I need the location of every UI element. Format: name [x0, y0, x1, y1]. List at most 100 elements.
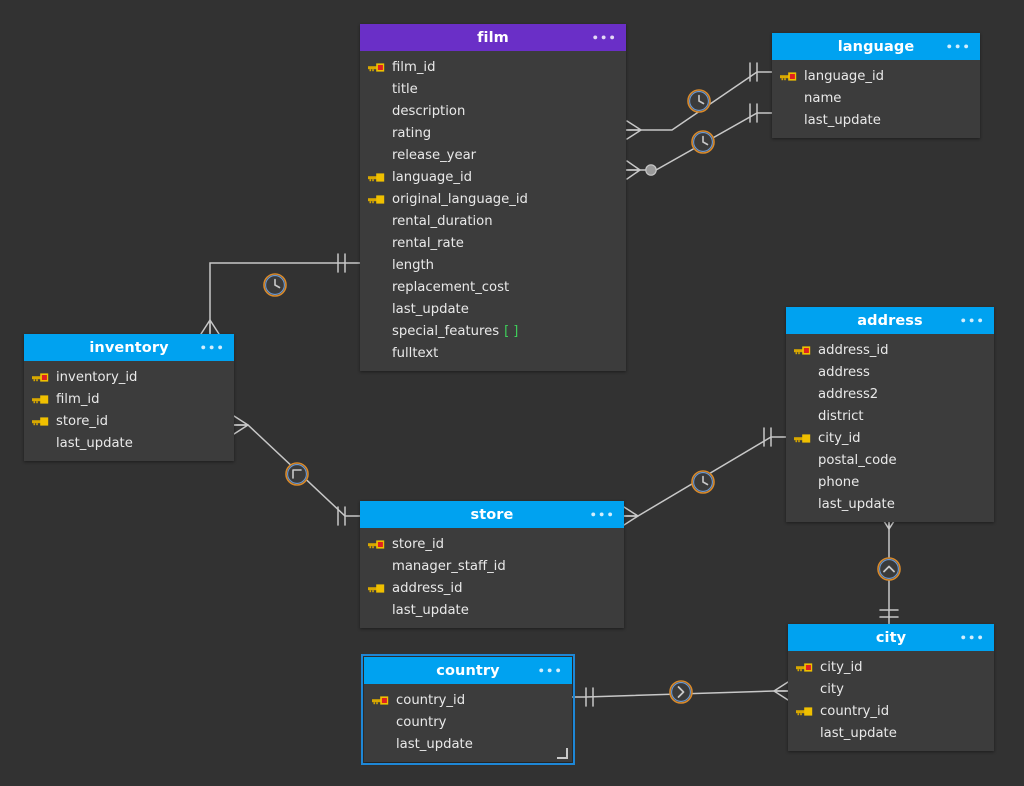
column-row[interactable]: rental_duration	[360, 210, 626, 232]
table-columns-language: language_idnamelast_update	[772, 60, 980, 138]
column-row[interactable]: name	[772, 87, 980, 109]
column-name: title	[392, 82, 418, 97]
cardinality-badge-country-city[interactable]	[670, 681, 692, 703]
primary-key-icon	[794, 343, 818, 357]
no-key-icon	[368, 302, 392, 316]
column-name: district	[818, 409, 864, 424]
column-row[interactable]: last_update	[772, 109, 980, 131]
table-card-language[interactable]: language•••language_idnamelast_update	[772, 33, 980, 138]
column-row[interactable]: store_id	[24, 410, 234, 432]
table-card-country[interactable]: country••• country_idcountry last_update	[364, 657, 572, 762]
column-row[interactable]: language_id	[360, 166, 626, 188]
column-row[interactable]: description	[360, 100, 626, 122]
no-key-icon	[368, 603, 392, 617]
table-menu-icon-inventory[interactable]: •••	[200, 342, 225, 353]
column-row[interactable]: length	[360, 254, 626, 276]
column-row[interactable]: language_id	[772, 65, 980, 87]
relationship-film-language-optional[interactable]	[626, 104, 772, 179]
cardinality-badge-film-language[interactable]	[688, 90, 710, 112]
relationship-address-city[interactable]	[880, 515, 898, 624]
column-name: address2	[818, 387, 878, 402]
table-menu-icon-country[interactable]: •••	[538, 665, 563, 676]
table-header-address[interactable]: address•••	[786, 307, 994, 334]
cardinality-badge-inventory-store[interactable]	[286, 463, 308, 485]
cardinality-badge-store-address[interactable]	[692, 471, 714, 493]
column-name: last_update	[818, 497, 895, 512]
table-header-store[interactable]: store •••	[360, 501, 624, 528]
table-menu-icon-film[interactable]: •••	[592, 32, 617, 43]
relationship-film-language[interactable]	[626, 63, 772, 139]
column-row[interactable]: address_id	[786, 339, 994, 361]
column-row[interactable]: last_update	[364, 733, 572, 755]
column-row[interactable]: title	[360, 78, 626, 100]
column-row[interactable]: country_id	[788, 700, 994, 722]
column-row[interactable]: last_update	[360, 599, 624, 621]
column-row[interactable]: address_id	[360, 577, 624, 599]
er-diagram-canvas[interactable]: film•••film_idtitledescriptionratingrele…	[0, 0, 1024, 786]
table-header-language[interactable]: language•••	[772, 33, 980, 60]
column-row[interactable]: special_features[ ]	[360, 320, 626, 342]
table-card-address[interactable]: address••• address_idaddress address2 distr…	[786, 307, 994, 522]
table-card-inventory[interactable]: inventory••• inventory_idfilm_idstore_idl…	[24, 334, 234, 461]
column-name: country	[396, 715, 446, 730]
resize-handle[interactable]	[557, 748, 568, 759]
cardinality-badge-address-city[interactable]	[878, 558, 900, 580]
column-row[interactable]: last_update	[360, 298, 626, 320]
table-menu-icon-language[interactable]: •••	[946, 41, 971, 52]
column-row[interactable]: replacement_cost	[360, 276, 626, 298]
column-row[interactable]: last_update	[24, 432, 234, 454]
table-header-city[interactable]: city•••	[788, 624, 994, 651]
column-row[interactable]: phone	[786, 471, 994, 493]
table-columns-city: city_idcitycountry_idlast_update	[788, 651, 994, 751]
column-name: length	[392, 258, 434, 273]
table-menu-icon-store[interactable]: •••	[590, 509, 615, 520]
column-row[interactable]: city	[788, 678, 994, 700]
relationship-country-city[interactable]	[572, 682, 788, 706]
column-row[interactable]: country	[364, 711, 572, 733]
no-key-icon	[780, 113, 804, 127]
column-row[interactable]: inventory_id	[24, 366, 234, 388]
column-row[interactable]: address	[786, 361, 994, 383]
foreign-key-icon	[368, 581, 392, 595]
column-row[interactable]: address2	[786, 383, 994, 405]
column-row[interactable]: last_update	[786, 493, 994, 515]
relationship-inventory-film[interactable]	[201, 254, 360, 334]
column-row[interactable]: store_id	[360, 533, 624, 555]
cardinality-badge-inventory-film[interactable]	[264, 274, 286, 296]
primary-key-icon	[780, 69, 804, 83]
table-menu-icon-address[interactable]: •••	[960, 315, 985, 326]
table-header-film[interactable]: film•••	[360, 24, 626, 51]
table-header-country[interactable]: country•••	[364, 657, 572, 684]
table-card-city[interactable]: city•••city_idcitycountry_idlast_update	[788, 624, 994, 751]
column-row[interactable]: manager_staff_id	[360, 555, 624, 577]
column-row[interactable]: original_language_id	[360, 188, 626, 210]
table-card-film[interactable]: film••• film_idtitle descriptionratingrele…	[360, 24, 626, 371]
no-key-icon	[372, 715, 396, 729]
table-card-store[interactable]: store ••• store_idmanager_staff_idaddress_…	[360, 501, 624, 628]
column-row[interactable]: film_id	[360, 56, 626, 78]
table-header-inventory[interactable]: inventory•••	[24, 334, 234, 361]
cardinality-badge-film-language-optional[interactable]	[692, 131, 714, 153]
column-row[interactable]: fulltext	[360, 342, 626, 364]
relationship-inventory-store[interactable]	[234, 416, 360, 525]
table-title-store: store	[470, 507, 513, 523]
primary-key-icon	[796, 662, 813, 673]
column-row[interactable]: country_id	[364, 689, 572, 711]
column-row[interactable]: postal_code	[786, 449, 994, 471]
column-row[interactable]: rental_rate	[360, 232, 626, 254]
table-menu-icon-city[interactable]: •••	[960, 632, 985, 643]
primary-key-icon	[796, 660, 820, 674]
column-row[interactable]: city_id	[786, 427, 994, 449]
column-name: phone	[818, 475, 859, 490]
column-name: rental_rate	[392, 236, 464, 251]
column-row[interactable]: release_year	[360, 144, 626, 166]
no-key-icon	[368, 324, 392, 338]
column-row[interactable]: district	[786, 405, 994, 427]
primary-key-icon	[794, 345, 811, 356]
relationship-store-address[interactable]	[624, 428, 786, 525]
column-row[interactable]: last_update	[788, 722, 994, 744]
column-row[interactable]: rating	[360, 122, 626, 144]
column-row[interactable]: film_id	[24, 388, 234, 410]
no-key-icon	[32, 436, 56, 450]
column-row[interactable]: city_id	[788, 656, 994, 678]
